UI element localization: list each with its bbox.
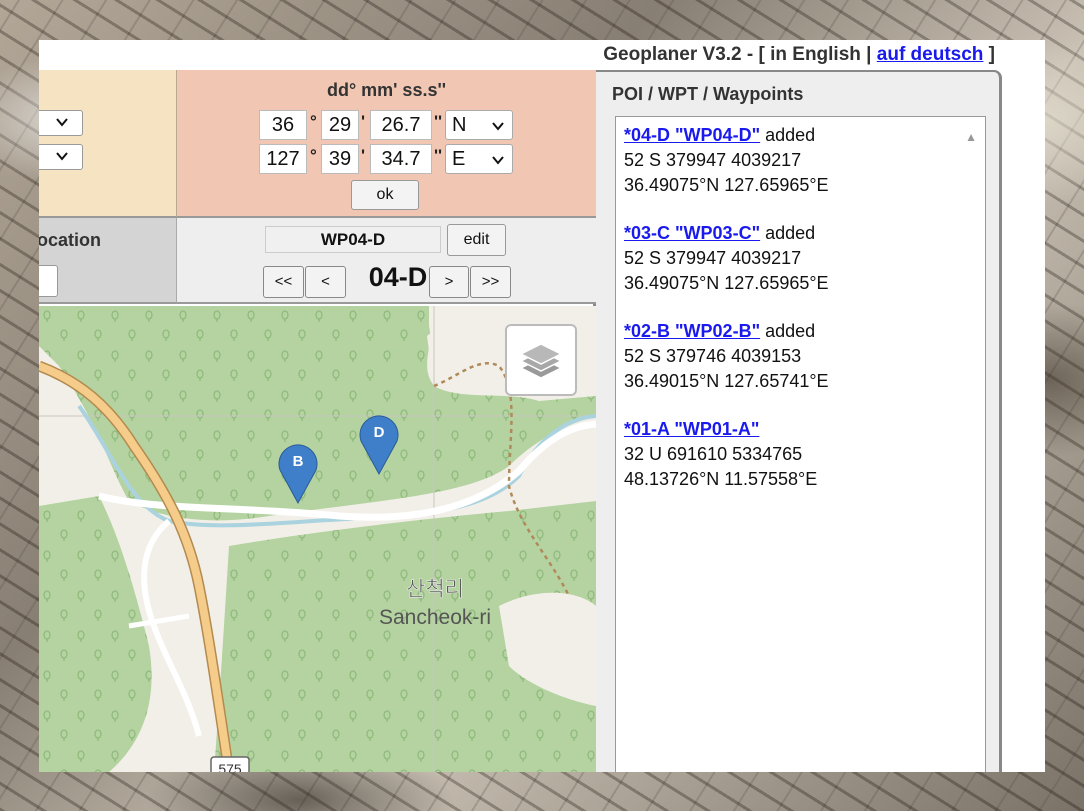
edit-button[interactable]: edit — [447, 224, 506, 256]
waypoint-utm: 32 U 691610 5334765 — [624, 444, 803, 464]
coordinate-format-panel — [39, 70, 177, 218]
degree-mark: ° — [310, 146, 317, 165]
poi-panel-title: POI / WPT / Waypoints — [612, 84, 804, 104]
place-name-korean: 산척리 — [406, 577, 464, 601]
app-window: Geoplaner V3.2 - [ in English | auf deut… — [39, 40, 1045, 772]
waypoint-utm: 52 S 379947 4039217 — [624, 248, 802, 268]
lang-german-link[interactable]: auf deutsch — [877, 44, 984, 65]
second-mark: '' — [434, 146, 443, 165]
waypoint-latlon: 36.49015°N 127.65741°E — [624, 371, 829, 391]
lon-format-select[interactable] — [39, 144, 83, 170]
dms-coordinate-panel: dd° mm' ss.s'' 36 ° 29 ' 26.7 '' N 127 °… — [177, 70, 596, 218]
lon-degrees-input[interactable]: 127 — [259, 144, 307, 174]
map-view[interactable]: 575 산척리 Sancheok-ri B D — [39, 306, 596, 772]
waypoint-link[interactable]: *02-B "WP02-B" — [624, 321, 760, 341]
waypoint-list[interactable]: ▲ *04-D "WP04-D" added 52 S 379947 40392… — [615, 116, 986, 772]
degree-mark: ° — [310, 112, 317, 131]
minute-mark: ' — [361, 112, 366, 131]
chevron-down-icon — [54, 114, 70, 133]
dms-title: dd° mm' ss.s'' — [326, 80, 447, 100]
waypoint-name-field[interactable]: WP04-D — [265, 226, 441, 253]
lat-hemisphere-select[interactable]: N — [445, 110, 513, 140]
list-item: *02-B "WP02-B" added 52 S 379746 4039153… — [624, 319, 977, 394]
waypoint-panel: WP04-D edit << < 04-D > >> — [177, 218, 596, 304]
waypoint-latlon: 48.13726°N 11.57558°E — [624, 469, 818, 489]
lon-minutes-input[interactable]: 39 — [321, 144, 359, 174]
lang-english: in English — [770, 44, 861, 65]
layers-button[interactable] — [505, 324, 577, 396]
last-waypoint-button[interactable]: >> — [470, 266, 511, 298]
road-number: 575 — [218, 761, 242, 772]
lang-separator: | — [860, 44, 877, 65]
second-mark: '' — [434, 112, 443, 131]
lat-minutes-input[interactable]: 29 — [321, 110, 359, 140]
layers-icon — [519, 343, 563, 379]
next-waypoint-button[interactable]: > — [429, 266, 469, 298]
waypoint-latlon: 36.49075°N 127.65965°E — [624, 175, 829, 195]
prev-waypoint-button[interactable]: < — [305, 266, 346, 298]
app-title: Geoplaner V3.2 - — [603, 44, 759, 65]
lat-hemisphere-value: N — [452, 114, 467, 136]
scroll-up-icon[interactable]: ▲ — [965, 125, 977, 150]
waypoint-utm: 52 S 379947 4039217 — [624, 150, 802, 170]
lat-degrees-input[interactable]: 36 — [259, 110, 307, 140]
lon-seconds-input[interactable]: 34.7 — [370, 144, 432, 174]
location-label: ocation — [39, 230, 102, 250]
first-waypoint-button[interactable]: << — [263, 266, 304, 298]
waypoint-latlon: 36.49075°N 127.65965°E — [624, 273, 829, 293]
lon-hemisphere-value: E — [452, 148, 466, 170]
left-area: dd° mm' ss.s'' 36 ° 29 ' 26.7 '' N 127 °… — [39, 70, 596, 772]
waypoint-link[interactable]: *01-A "WP01-A" — [624, 419, 759, 439]
marker-label: D — [374, 424, 385, 441]
ok-button[interactable]: ok — [351, 180, 419, 210]
poi-panel: POI / WPT / Waypoints ▲ *04-D "WP04-D" a… — [596, 70, 1002, 772]
chevron-down-icon — [490, 115, 506, 143]
waypoint-status: added — [760, 321, 816, 341]
waypoint-status: added — [760, 125, 816, 145]
place-name-latin: Sancheok-ri — [379, 606, 491, 629]
location-button[interactable] — [39, 265, 58, 297]
waypoint-link[interactable]: *04-D "WP04-D" — [624, 125, 760, 145]
lat-seconds-input[interactable]: 26.7 — [370, 110, 432, 140]
location-panel: ocation — [39, 218, 177, 304]
bracket-close: ] — [983, 44, 995, 65]
list-item: *03-C "WP03-C" added 52 S 379947 4039217… — [624, 221, 977, 296]
marker-label: B — [293, 453, 304, 470]
bracket-open: [ — [758, 44, 771, 65]
lon-hemisphere-select[interactable]: E — [445, 144, 513, 174]
title-bar: Geoplaner V3.2 - [ in English | auf deut… — [603, 44, 995, 66]
chevron-down-icon — [54, 148, 70, 167]
waypoint-utm: 52 S 379746 4039153 — [624, 346, 802, 366]
waypoint-status: added — [760, 223, 816, 243]
chevron-down-icon — [490, 149, 506, 177]
list-item: *04-D "WP04-D" added 52 S 379947 4039217… — [624, 123, 977, 198]
waypoint-link[interactable]: *03-C "WP03-C" — [624, 223, 760, 243]
list-item: *01-A "WP01-A" 32 U 691610 5334765 48.13… — [624, 417, 977, 492]
lat-format-select[interactable] — [39, 110, 83, 136]
minute-mark: ' — [361, 146, 366, 165]
